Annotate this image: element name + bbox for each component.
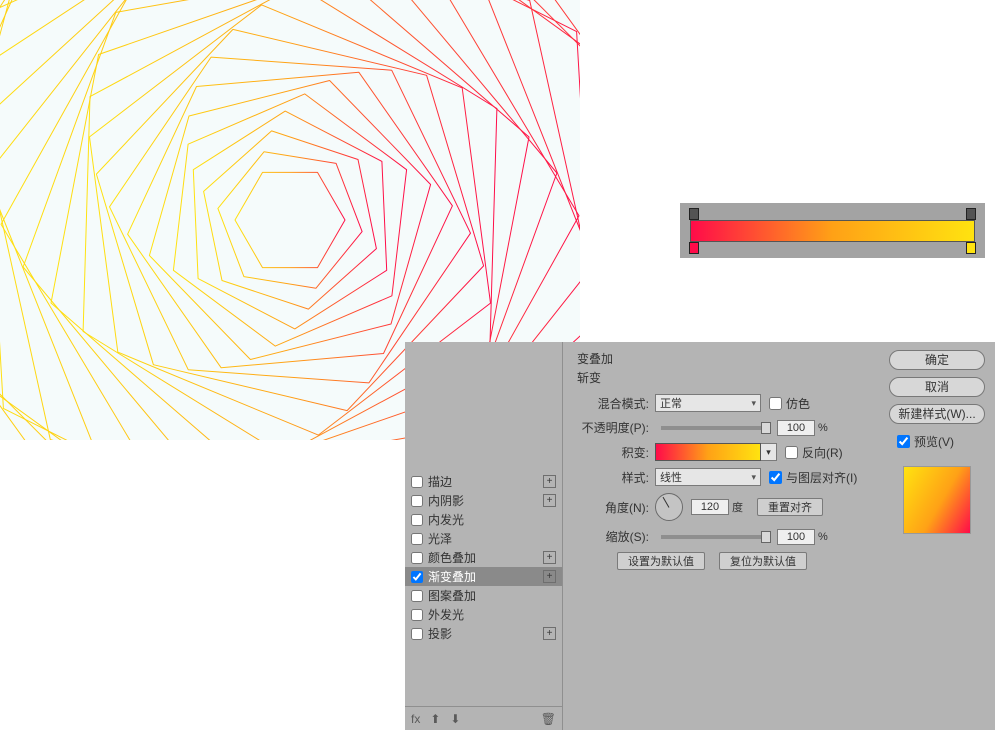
section-sub: 斩变 — [577, 369, 869, 386]
style-label: 投影 — [428, 625, 452, 642]
style-label: 内发光 — [428, 511, 464, 528]
angle-label: 角度(N): — [577, 499, 649, 516]
style-checkbox[interactable] — [411, 514, 423, 526]
add-effect-icon[interactable]: + — [543, 627, 556, 640]
style-label: 外发光 — [428, 606, 464, 623]
angle-unit: 度 — [732, 499, 743, 515]
chevron-down-icon: ▾ — [751, 472, 756, 483]
add-effect-icon[interactable]: + — [543, 494, 556, 507]
reset-default-button[interactable]: 复位为默认值 — [719, 552, 807, 570]
style-checkbox[interactable] — [411, 590, 423, 602]
opacity-value[interactable]: 100 — [777, 420, 815, 436]
style-checkbox[interactable] — [411, 495, 423, 507]
scale-label: 缩放(S): — [577, 528, 649, 545]
dialog-actions: 确定 取消 新建样式(W)... 预览(V) — [879, 342, 995, 730]
style-checkbox[interactable] — [411, 476, 423, 488]
opacity-stop-left[interactable] — [689, 208, 699, 220]
reverse-label: 反向(R) — [802, 444, 843, 461]
opacity-slider[interactable] — [661, 426, 771, 430]
style-select[interactable]: 线性 ▾ — [655, 468, 761, 486]
style-row[interactable]: 颜色叠加 + — [405, 548, 562, 567]
gradient-editor[interactable] — [680, 203, 985, 258]
style-checkbox[interactable] — [411, 609, 423, 621]
add-effect-icon[interactable]: + — [543, 570, 556, 583]
dither-checkbox[interactable] — [769, 397, 782, 410]
blend-mode-label: 混合模式: — [577, 395, 649, 412]
gradient-overlay-settings: 变叠加 斩变 混合模式: 正常 ▾ 仿色 不透明度(P): 100 % 积变: — [563, 342, 879, 730]
style-checkbox[interactable] — [411, 628, 423, 640]
color-stop-left[interactable] — [689, 242, 699, 254]
style-row[interactable]: 外发光 — [405, 605, 562, 624]
new-style-button[interactable]: 新建样式(W)... — [889, 404, 985, 424]
angle-value[interactable]: 120 — [691, 499, 729, 515]
reverse-checkbox[interactable] — [785, 446, 798, 459]
add-effect-icon[interactable]: + — [543, 475, 556, 488]
style-label: 颜色叠加 — [428, 549, 476, 566]
gradient-swatch[interactable] — [655, 443, 761, 461]
style-label: 渐变叠加 — [428, 568, 476, 585]
scale-value[interactable]: 100 — [777, 529, 815, 545]
styles-list: 描边 + 内阴影 + 内发光光泽颜色叠加 + 渐变叠加 + 图案叠加外发光投影 + — [405, 342, 562, 706]
opacity-label: 不透明度(P): — [577, 419, 649, 436]
align-label: 与图层对齐(I) — [786, 469, 857, 486]
ok-button[interactable]: 确定 — [889, 350, 985, 370]
style-label: 光泽 — [428, 530, 452, 547]
arrow-down-icon[interactable]: ⬇ — [450, 712, 460, 726]
scale-slider[interactable] — [661, 535, 771, 539]
style-row[interactable]: 光泽 — [405, 529, 562, 548]
opacity-stop-right[interactable] — [966, 208, 976, 220]
preview-label: 预览(V) — [914, 433, 954, 450]
style-label: 描边 — [428, 473, 452, 490]
preview-swatch — [903, 466, 971, 534]
style-checkbox[interactable] — [411, 552, 423, 564]
reset-align-button[interactable]: 重置对齐 — [757, 498, 823, 516]
style-row[interactable]: 图案叠加 — [405, 586, 562, 605]
style-row[interactable]: 投影 + — [405, 624, 562, 643]
style-label: 样式: — [577, 469, 649, 486]
chevron-down-icon: ▾ — [751, 398, 756, 409]
style-checkbox[interactable] — [411, 533, 423, 545]
trash-icon[interactable]: 🗑 — [541, 712, 556, 726]
gradient-track[interactable] — [690, 220, 975, 242]
arrow-up-icon[interactable]: ⬆ — [430, 712, 440, 726]
style-label: 图案叠加 — [428, 587, 476, 604]
fx-label[interactable]: fx — [411, 712, 420, 726]
style-row[interactable]: 渐变叠加 + — [405, 567, 562, 586]
color-stop-right[interactable] — [966, 242, 976, 254]
styles-panel: 描边 + 内阴影 + 内发光光泽颜色叠加 + 渐变叠加 + 图案叠加外发光投影 + fx ⬆ ⬇ … — [405, 342, 563, 730]
cancel-button[interactable]: 取消 — [889, 377, 985, 397]
style-row[interactable]: 内发光 — [405, 510, 562, 529]
blend-mode-select[interactable]: 正常 ▾ — [655, 394, 761, 412]
style-row[interactable]: 内阴影 + — [405, 491, 562, 510]
style-label: 内阴影 — [428, 492, 464, 509]
style-row[interactable]: 描边 + — [405, 472, 562, 491]
styles-footer: fx ⬆ ⬇ 🗑 — [405, 706, 562, 730]
gradient-dropdown[interactable]: ▾ — [761, 443, 777, 461]
add-effect-icon[interactable]: + — [543, 551, 556, 564]
layer-style-dialog: 描边 + 内阴影 + 内发光光泽颜色叠加 + 渐变叠加 + 图案叠加外发光投影 + fx ⬆ ⬇ … — [405, 342, 995, 730]
set-default-button[interactable]: 设置为默认值 — [617, 552, 705, 570]
section-title: 变叠加 — [577, 350, 869, 367]
gradient-label: 积变: — [577, 444, 649, 461]
preview-checkbox[interactable] — [897, 435, 910, 448]
angle-dial[interactable] — [655, 493, 683, 521]
dither-label: 仿色 — [786, 395, 810, 412]
style-checkbox[interactable] — [411, 571, 423, 583]
align-checkbox[interactable] — [769, 471, 782, 484]
